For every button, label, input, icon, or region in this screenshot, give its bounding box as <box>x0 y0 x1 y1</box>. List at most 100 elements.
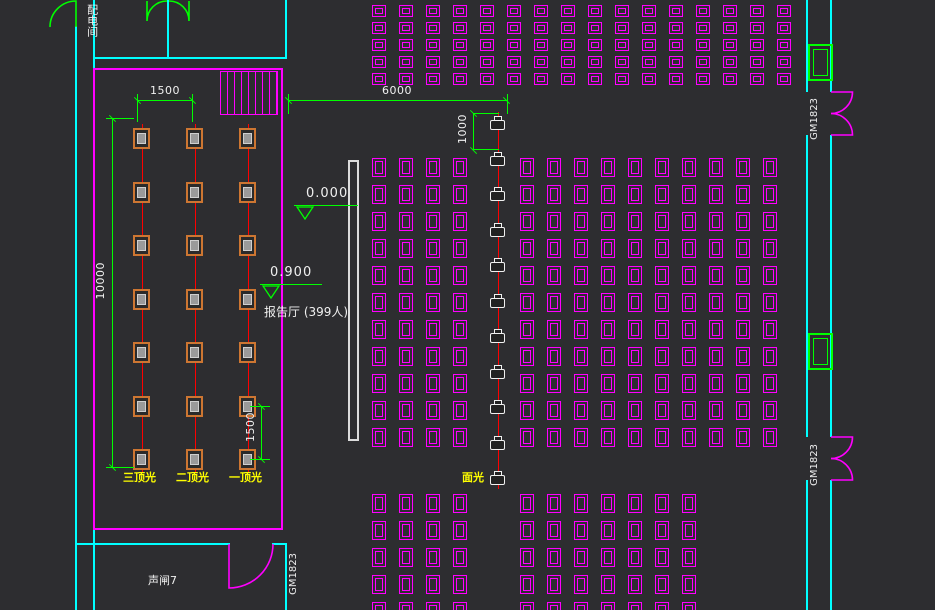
seat <box>682 494 696 513</box>
label-sound-lock: 声闸7 <box>148 575 177 588</box>
seat <box>763 239 777 258</box>
seat <box>453 266 467 285</box>
seat <box>426 22 440 34</box>
seat <box>534 73 548 85</box>
seat <box>372 320 386 339</box>
seat <box>426 347 440 366</box>
seat <box>453 5 467 17</box>
seat <box>426 73 440 85</box>
seat <box>628 548 642 567</box>
seat <box>453 428 467 447</box>
seat <box>534 22 548 34</box>
seat <box>480 22 494 34</box>
seat <box>601 548 615 567</box>
door-arc-top-left <box>49 0 79 30</box>
seat <box>709 239 723 258</box>
seat <box>426 158 440 177</box>
dim-ext <box>106 118 134 119</box>
seat <box>453 185 467 204</box>
seat <box>372 548 386 567</box>
seat <box>574 239 588 258</box>
seat <box>453 22 467 34</box>
seat <box>682 185 696 204</box>
seat <box>736 266 750 285</box>
seat <box>723 39 737 51</box>
seat <box>736 212 750 231</box>
seat <box>547 575 561 594</box>
label-hall-name: 报告厅 (399人) <box>264 306 348 320</box>
seat <box>682 401 696 420</box>
seat <box>736 158 750 177</box>
dim-text-6000: 6000 <box>362 85 432 98</box>
seat <box>682 521 696 540</box>
seat <box>682 266 696 285</box>
seat <box>682 548 696 567</box>
dim-line-1500-top <box>137 100 193 101</box>
seat <box>682 239 696 258</box>
dim-ext <box>507 94 508 114</box>
seat <box>696 5 710 17</box>
seat <box>453 56 467 68</box>
seat <box>763 347 777 366</box>
seat <box>601 185 615 204</box>
seat <box>763 212 777 231</box>
seat <box>507 39 521 51</box>
seat <box>372 266 386 285</box>
seat <box>372 602 386 610</box>
seat <box>655 521 669 540</box>
face-light-icon <box>490 294 505 308</box>
seat <box>628 320 642 339</box>
seat <box>453 158 467 177</box>
elevation-hall-floor: 0.000 <box>306 187 348 202</box>
stage-front-wall <box>348 160 359 441</box>
seat <box>520 602 534 610</box>
seat <box>520 185 534 204</box>
seat <box>520 494 534 513</box>
face-light-icon <box>490 223 505 237</box>
seat <box>547 347 561 366</box>
seat <box>655 347 669 366</box>
seat <box>399 5 413 17</box>
seat <box>547 266 561 285</box>
seat <box>655 575 669 594</box>
seat <box>655 212 669 231</box>
seat <box>628 158 642 177</box>
seat <box>763 320 777 339</box>
seat <box>750 56 764 68</box>
seat <box>736 320 750 339</box>
seat <box>426 293 440 312</box>
seat <box>372 5 386 17</box>
seat <box>655 185 669 204</box>
seat <box>534 56 548 68</box>
seat <box>399 185 413 204</box>
seat <box>561 5 575 17</box>
seat <box>547 212 561 231</box>
seat <box>480 56 494 68</box>
seat <box>709 320 723 339</box>
seat <box>777 5 791 17</box>
seat <box>547 293 561 312</box>
door-frame-right-bottom <box>808 333 833 370</box>
seat <box>426 374 440 393</box>
seat <box>372 494 386 513</box>
seat <box>615 56 629 68</box>
stage-stairs <box>220 71 278 115</box>
double-door-right-bottom <box>830 435 876 482</box>
seat <box>399 266 413 285</box>
seat <box>628 185 642 204</box>
seat <box>736 428 750 447</box>
face-light-icon <box>490 329 505 343</box>
seat <box>763 185 777 204</box>
seat <box>709 374 723 393</box>
seat <box>601 347 615 366</box>
seat <box>682 158 696 177</box>
seat <box>372 575 386 594</box>
cad-floor-plan: 1500 6000 1000 10000 1500 0.000 0.900 配电… <box>0 0 935 610</box>
seat <box>453 575 467 594</box>
seat <box>777 73 791 85</box>
seat <box>399 212 413 231</box>
dim-line-1500-right <box>261 406 262 460</box>
seat <box>736 374 750 393</box>
seat <box>399 521 413 540</box>
seat <box>763 428 777 447</box>
